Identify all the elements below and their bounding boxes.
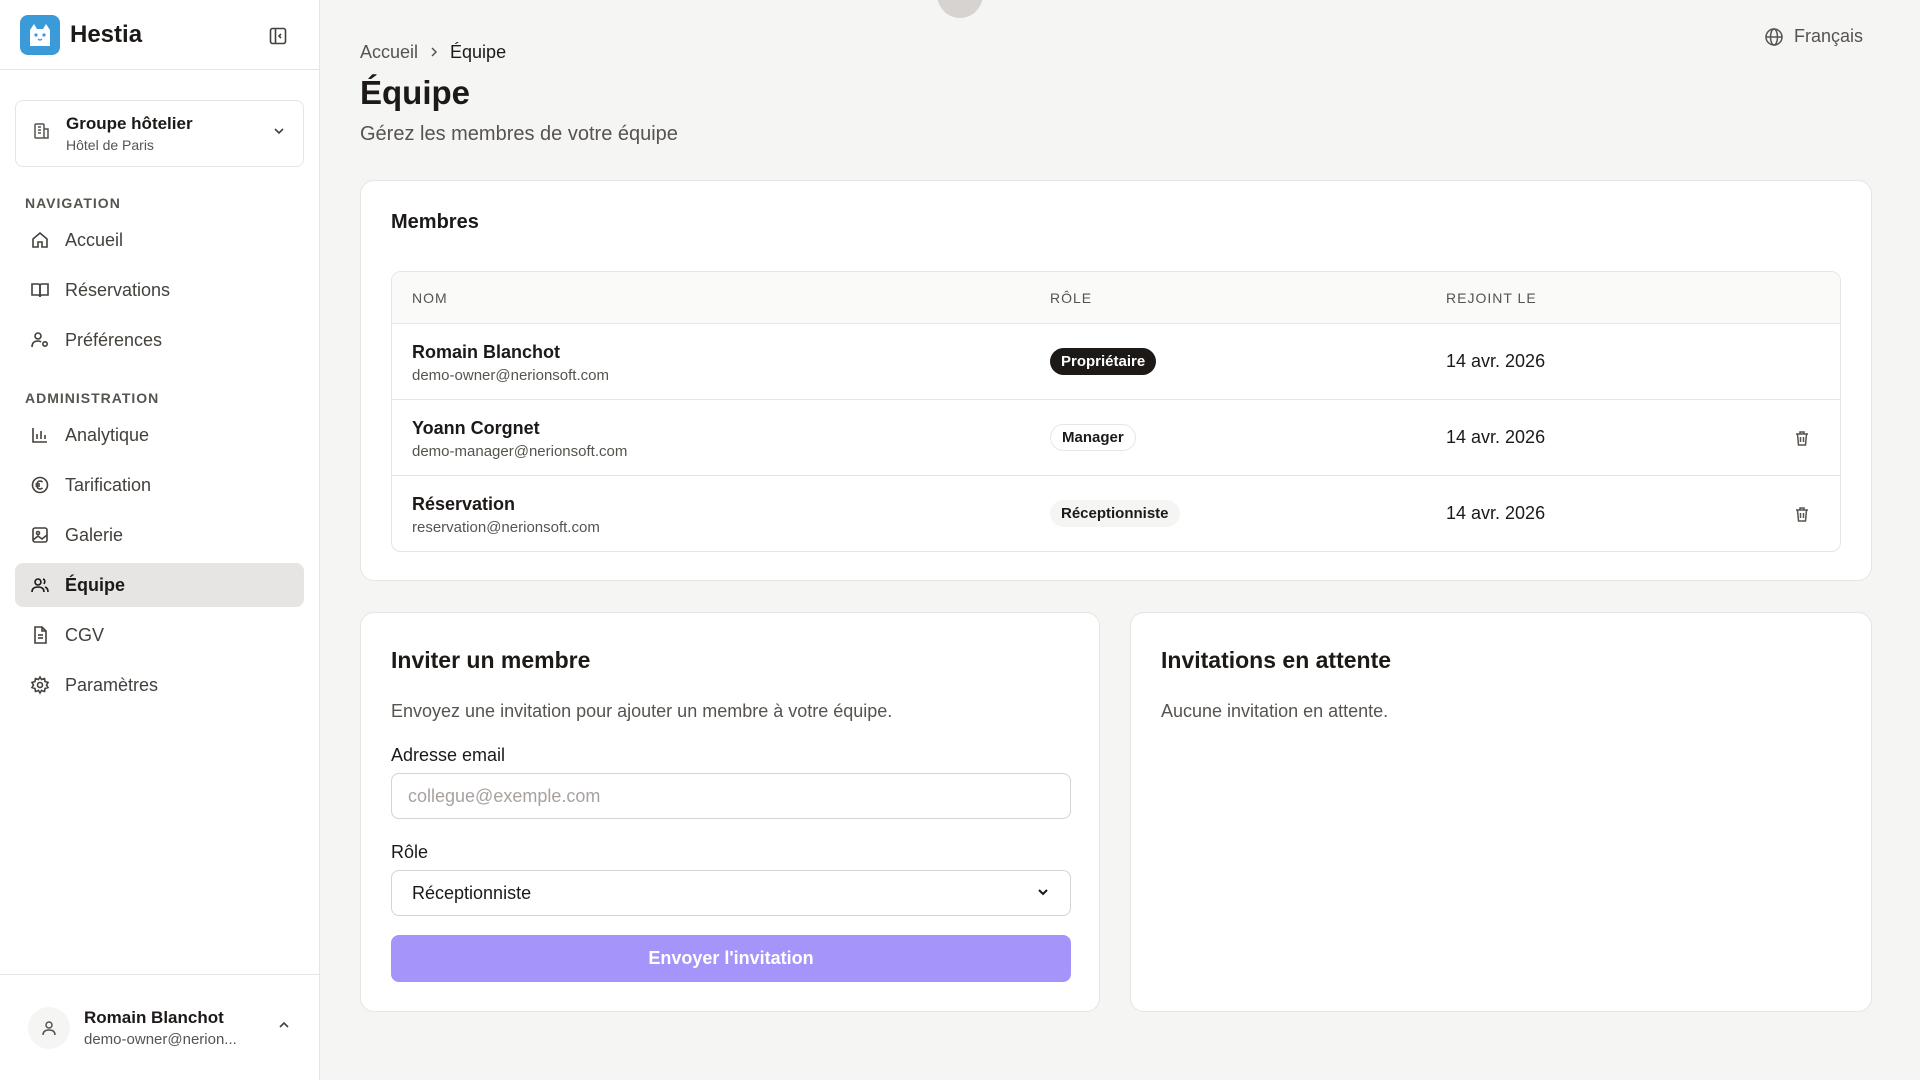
- table-row: Yoann Corgnet demo-manager@nerionsoft.co…: [392, 400, 1840, 476]
- building-icon: [32, 121, 52, 146]
- sidebar-item-label: Accueil: [65, 229, 124, 250]
- sidebar-item-analytique[interactable]: Analytique: [15, 413, 304, 457]
- member-name: Romain Blanchot: [412, 342, 561, 362]
- user-settings-icon: [29, 329, 51, 351]
- column-header-name: NOM: [412, 290, 448, 306]
- role-badge: Manager: [1050, 424, 1136, 451]
- image-icon: [29, 524, 51, 546]
- top-indicator: [937, 0, 983, 18]
- sidebar-item-label: Préférences: [65, 329, 163, 350]
- gear-icon: [29, 674, 51, 696]
- avatar: [28, 1006, 70, 1049]
- invite-description: Envoyez une invitation pour ajouter un m…: [391, 701, 893, 721]
- table-header: NOM RÔLE REJOINT LE: [392, 272, 1840, 324]
- role-badge: Propriétaire: [1050, 348, 1157, 375]
- member-email: reservation@nerionsoft.com: [412, 519, 600, 536]
- sidebar-item-tarification[interactable]: Tarification: [15, 463, 304, 507]
- breadcrumb: Accueil Équipe: [360, 42, 506, 63]
- invite-title: Inviter un membre: [391, 647, 591, 673]
- member-joined-date: 14 avr. 2026: [1446, 351, 1546, 371]
- page-title: Équipe: [360, 74, 471, 111]
- invite-card: Inviter un membre Envoyez une invitation…: [360, 612, 1100, 1012]
- sidebar-toggle-icon[interactable]: [264, 22, 292, 50]
- sidebar-item-label: Réservations: [65, 279, 171, 300]
- sidebar-item-accueil[interactable]: Accueil: [15, 218, 304, 262]
- hotel-switcher[interactable]: Groupe hôtelier Hôtel de Paris: [15, 100, 304, 167]
- role-badge: Réceptionniste: [1050, 500, 1180, 527]
- member-joined-date: 14 avr. 2026: [1446, 503, 1546, 523]
- sidebar-item-preferences[interactable]: Préférences: [15, 318, 304, 362]
- pending-empty-text: Aucune invitation en attente.: [1161, 701, 1389, 721]
- chevron-right-icon: [428, 42, 440, 63]
- app-name: Hestia: [70, 20, 143, 48]
- email-field[interactable]: [391, 773, 1071, 819]
- column-header-joined: REJOINT LE: [1446, 290, 1537, 306]
- sidebar-item-label: Galerie: [65, 524, 124, 545]
- nav-section-administration: ADMINISTRATION: [25, 390, 160, 406]
- bar-chart-icon: [29, 424, 51, 446]
- nav-section-navigation: NAVIGATION: [25, 195, 121, 211]
- member-email: demo-manager@nerionsoft.com: [412, 443, 628, 460]
- sidebar-item-label: Tarification: [65, 474, 152, 495]
- send-invitation-button[interactable]: Envoyer l'invitation: [391, 935, 1071, 982]
- breadcrumb-home[interactable]: Accueil: [360, 42, 418, 63]
- sidebar-item-label: CGV: [65, 624, 105, 645]
- sidebar-item-cgv[interactable]: CGV: [15, 613, 304, 657]
- pending-title: Invitations en attente: [1161, 647, 1392, 673]
- sidebar-item-label: Paramètres: [65, 674, 159, 695]
- members-card: Membres NOM RÔLE REJOINT LE Romain Blanc…: [360, 180, 1872, 581]
- chevron-up-icon: [276, 1017, 292, 1038]
- pending-invitations-card: Invitations en attente Aucune invitation…: [1130, 612, 1872, 1012]
- page-subtitle: Gérez les membres de votre équipe: [360, 123, 678, 145]
- breadcrumb-current: Équipe: [450, 42, 507, 62]
- sidebar-item-label: Équipe: [65, 574, 126, 595]
- home-icon: [29, 229, 51, 251]
- member-name: Yoann Corgnet: [412, 418, 540, 438]
- hestia-logo: [20, 14, 60, 55]
- members-table: NOM RÔLE REJOINT LE Romain Blanchot demo…: [391, 271, 1841, 552]
- trash-icon[interactable]: [1790, 426, 1814, 450]
- file-text-icon: [29, 624, 51, 646]
- globe-icon: [1765, 27, 1783, 46]
- hotel-name: Hôtel de Paris: [66, 137, 154, 153]
- euro-icon: [29, 474, 51, 496]
- members-title: Membres: [391, 211, 479, 233]
- role-label: Rôle: [391, 842, 429, 862]
- role-select-value: Réceptionniste: [412, 882, 532, 903]
- book-icon: [29, 279, 51, 301]
- language-label: Français: [1794, 26, 1864, 46]
- table-row: Romain Blanchot demo-owner@nerionsoft.co…: [392, 324, 1840, 400]
- sidebar-item-label: Analytique: [65, 424, 150, 445]
- language-switcher[interactable]: Français: [1764, 26, 1863, 47]
- sidebar-item-reservations[interactable]: Réservations: [15, 268, 304, 312]
- chevron-down-icon: [271, 123, 287, 144]
- sidebar-item-parametres[interactable]: Paramètres: [15, 663, 304, 707]
- user-email: demo-owner@nerion...: [84, 1030, 237, 1048]
- sidebar: Hestia Groupe hôtelier Hôtel de Paris NA…: [0, 0, 320, 1080]
- column-header-role: RÔLE: [1050, 290, 1093, 306]
- users-icon: [29, 574, 51, 596]
- table-row: Réservation reservation@nerionsoft.com R…: [392, 476, 1840, 551]
- member-name: Réservation: [412, 494, 516, 514]
- hotel-group-title: Groupe hôtelier: [66, 114, 193, 133]
- chevron-down-icon: [1036, 883, 1050, 904]
- role-select[interactable]: Réceptionniste: [391, 870, 1071, 916]
- sidebar-item-equipe[interactable]: Équipe: [15, 563, 304, 607]
- user-menu[interactable]: Romain Blanchot demo-owner@nerion...: [0, 974, 320, 1080]
- trash-icon[interactable]: [1790, 502, 1814, 526]
- email-label: Adresse email: [391, 745, 506, 765]
- user-name: Romain Blanchot: [84, 1007, 224, 1027]
- member-joined-date: 14 avr. 2026: [1446, 427, 1546, 447]
- member-email: demo-owner@nerionsoft.com: [412, 367, 609, 384]
- sidebar-item-galerie[interactable]: Galerie: [15, 513, 304, 557]
